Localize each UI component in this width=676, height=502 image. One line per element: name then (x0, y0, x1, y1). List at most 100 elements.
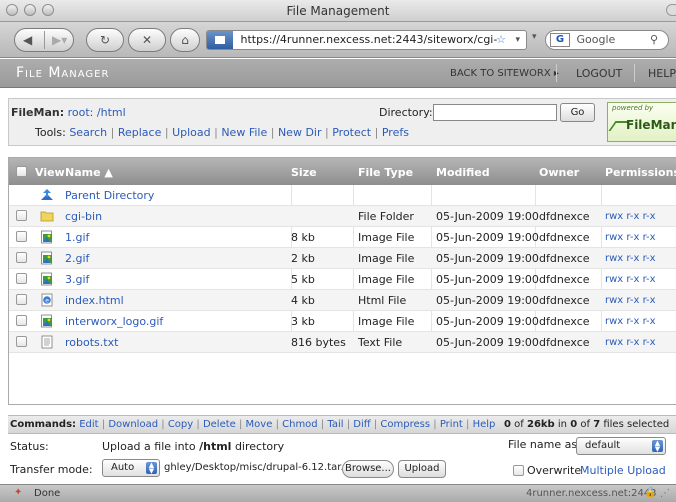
go-button[interactable]: Go (560, 103, 595, 122)
filemanager-header: File Manager BACK TO SITEWORX ▸ LOGOUT H… (0, 59, 676, 88)
upload-button[interactable]: Upload (398, 460, 446, 478)
cmd-copy-link[interactable]: Copy (168, 419, 193, 430)
file-name-link[interactable]: 2.gif (65, 252, 89, 265)
forward-arrow-icon[interactable]: ▶▾ (52, 29, 67, 51)
table-row[interactable]: robots.txt 816 bytes Text File 05-Jun-2009 … (9, 332, 676, 353)
row-checkbox[interactable] (16, 294, 27, 305)
help-link[interactable]: HELP (648, 67, 676, 80)
search-bar[interactable]: G Google ⚲ (545, 30, 669, 50)
table-row[interactable]: interworx_logo.gif 3 kb Image File 05-Jun-2… (9, 311, 676, 332)
root-link[interactable]: root: (68, 106, 94, 119)
col-permissions[interactable]: Permissions (605, 166, 676, 179)
select-arrows-icon: ▲ ▼ (146, 462, 157, 475)
tool-new-dir-link[interactable]: New Dir (278, 126, 322, 139)
bookmark-star-icon[interactable]: ☆ (496, 31, 506, 49)
table-row[interactable]: cgi-bin File Folder 05-Jun-2009 19:00 dfdne… (9, 206, 676, 227)
logo-powered-by: powered by (612, 104, 654, 112)
cmd-help-link[interactable]: Help (473, 419, 496, 430)
transfer-mode-select[interactable]: Auto ▲ ▼ (102, 459, 160, 477)
browse-button[interactable]: Browse... (342, 460, 394, 478)
commands-list: Commands: Edit | Download | Copy | Delet… (10, 419, 496, 430)
row-checkbox[interactable] (16, 231, 27, 242)
lock-icon[interactable]: 🔒 (644, 487, 656, 498)
parent-directory-link[interactable]: Parent Directory (65, 189, 154, 202)
reload-icon: ↻ (99, 33, 111, 47)
cmd-print-link[interactable]: Print (440, 419, 463, 430)
tool-protect-link[interactable]: Protect (332, 126, 371, 139)
home-button[interactable]: ⌂ (170, 28, 200, 52)
permissions-link[interactable]: rwx r-x r-x (605, 274, 656, 285)
file-name-link[interactable]: cgi-bin (65, 210, 102, 223)
permissions-link[interactable]: rwx r-x r-x (605, 232, 656, 243)
row-checkbox[interactable] (16, 315, 27, 326)
cmd-tail-link[interactable]: Tail (327, 419, 343, 430)
table-row[interactable]: e index.html 4 kb Html File 05-Jun-2009 19:0… (9, 290, 676, 311)
permissions-link[interactable]: rwx r-x r-x (605, 253, 656, 264)
close-window-icon[interactable] (6, 4, 18, 16)
cmd-compress-link[interactable]: Compress (380, 419, 430, 430)
cmd-edit-link[interactable]: Edit (79, 419, 98, 430)
multiple-upload-link[interactable]: Multiple Upload (580, 464, 666, 477)
col-size[interactable]: Size (291, 166, 317, 179)
zoom-window-icon[interactable] (42, 4, 54, 16)
logout-link[interactable]: LOGOUT (576, 67, 622, 80)
tool-upload-link[interactable]: Upload (172, 126, 211, 139)
row-checkbox[interactable] (16, 210, 27, 221)
site-identity-icon[interactable] (207, 31, 233, 49)
address-bar[interactable]: https://4runner.nexcess.net:2443/sitewor… (206, 30, 527, 50)
row-checkbox[interactable] (16, 273, 27, 284)
file-name-link[interactable]: 3.gif (65, 273, 89, 286)
permissions-link[interactable]: rwx r-x r-x (605, 316, 656, 327)
col-owner[interactable]: Owner (539, 166, 579, 179)
col-name[interactable]: Name ▲ (65, 166, 113, 179)
tool-search-link[interactable]: Search (69, 126, 107, 139)
upload-file-path[interactable]: ghley/Desktop/misc/drupal-6.12.tar.gz (164, 462, 342, 473)
url-dropdown-icon[interactable]: ▾ (515, 31, 520, 49)
cmd-chmod-link[interactable]: Chmod (282, 419, 318, 430)
file-name-link[interactable]: 1.gif (65, 231, 89, 244)
reload-button[interactable]: ↻ (86, 28, 124, 52)
file-name-link[interactable]: interworx_logo.gif (65, 315, 163, 328)
search-input[interactable]: Google (577, 33, 616, 46)
cmd-download-link[interactable]: Download (108, 419, 158, 430)
permissions-link[interactable]: rwx r-x r-x (605, 211, 656, 222)
minimize-window-icon[interactable] (24, 4, 36, 16)
tool-prefs-link[interactable]: Prefs (382, 126, 409, 139)
permissions-link[interactable]: rwx r-x r-x (605, 337, 656, 348)
filename-as-select[interactable]: default ▲ ▼ (576, 437, 666, 455)
cmd-diff-link[interactable]: Diff (353, 419, 370, 430)
filename-as-label: File name as: (508, 438, 581, 451)
back-to-siteworx-link[interactable]: BACK TO SITEWORX ▸ (450, 68, 559, 79)
table-row[interactable]: 2.gif 2 kb Image File 05-Jun-2009 19:00 dfdn… (9, 248, 676, 269)
html-path-link[interactable]: /html (97, 106, 126, 119)
tool-new-file-link[interactable]: New File (221, 126, 267, 139)
table-row[interactable]: 3.gif 5 kb Image File 05-Jun-2009 19:00 dfdn… (9, 269, 676, 290)
back-forward-buttons: ◀ ▶▾ (14, 28, 74, 52)
search-magnifier-icon[interactable]: ⚲ (650, 31, 658, 49)
file-owner: dfdnexce (539, 252, 590, 265)
row-checkbox[interactable] (16, 336, 27, 347)
status-text: Done (34, 488, 61, 499)
col-modified[interactable]: Modified (436, 166, 490, 179)
parent-directory-row[interactable]: Parent Directory (9, 185, 676, 206)
search-engine-icon[interactable]: G (550, 33, 570, 47)
file-name-link[interactable]: robots.txt (65, 336, 118, 349)
url-history-dropdown-icon[interactable]: ▾ (532, 32, 537, 42)
file-size: 816 bytes (291, 336, 346, 349)
cmd-move-link[interactable]: Move (246, 419, 273, 430)
tool-replace-link[interactable]: Replace (118, 126, 162, 139)
row-checkbox[interactable] (16, 252, 27, 263)
directory-input[interactable] (433, 104, 557, 121)
cmd-delete-link[interactable]: Delete (203, 419, 236, 430)
resize-grip-icon[interactable]: ⋰ (660, 488, 670, 499)
col-file-type[interactable]: File Type (358, 166, 413, 179)
back-arrow-icon[interactable]: ◀ (23, 29, 32, 51)
permissions-link[interactable]: rwx r-x r-x (605, 295, 656, 306)
select-all-checkbox[interactable] (16, 166, 27, 177)
directory-label: Directory: (379, 106, 433, 119)
overwrite-checkbox[interactable] (513, 465, 524, 476)
table-row[interactable]: 1.gif 8 kb Image File 05-Jun-2009 19:00 dfdn… (9, 227, 676, 248)
toolbar-toggle-icon[interactable] (666, 4, 676, 16)
stop-button[interactable]: ✕ (128, 28, 166, 52)
file-name-link[interactable]: index.html (65, 294, 124, 307)
